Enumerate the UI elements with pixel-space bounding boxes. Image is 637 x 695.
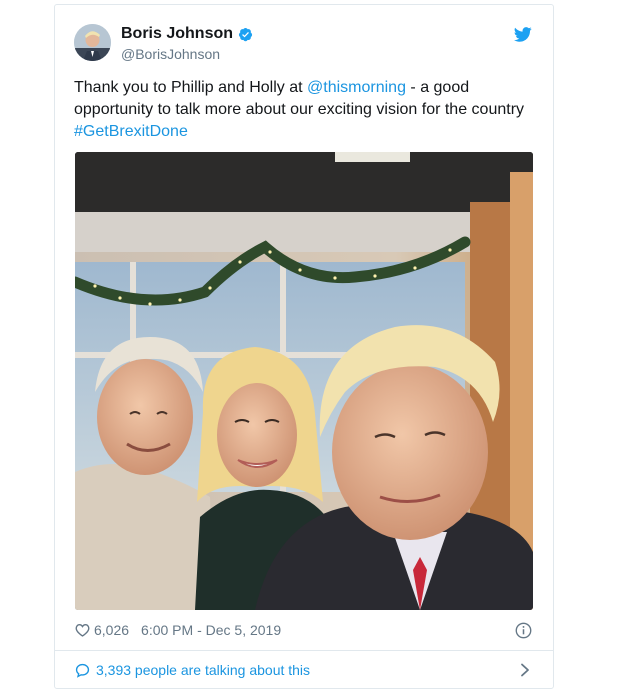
heart-icon[interactable] <box>75 623 90 637</box>
conversation-count[interactable]: 3,393 people are talking about this <box>96 662 310 678</box>
like-count[interactable]: 6,026 <box>94 622 129 638</box>
twitter-bird-icon[interactable] <box>514 27 532 42</box>
tweet-card: Boris Johnson @BorisJohnson Thank you to… <box>54 4 554 689</box>
tweet-text-before: Thank you to Phillip and Holly at <box>74 79 308 96</box>
avatar[interactable] <box>74 24 111 61</box>
divider <box>55 650 553 651</box>
chevron-right-icon[interactable] <box>520 663 530 677</box>
tweet-meta: 6,026 6:00 PM - Dec 5, 2019 <box>75 622 281 638</box>
timestamp[interactable]: 6:00 PM - Dec 5, 2019 <box>141 622 281 638</box>
speech-bubble-icon <box>75 663 90 678</box>
mention-link[interactable]: @thismorning <box>307 79 406 96</box>
verified-badge-icon <box>238 27 253 41</box>
tweet-text: Thank you to Phillip and Holly at @thism… <box>74 77 544 143</box>
user-name-row: Boris Johnson <box>121 25 253 43</box>
user-handle[interactable]: @BorisJohnson <box>121 46 220 62</box>
hashtag-link[interactable]: #GetBrexitDone <box>74 123 188 140</box>
info-icon[interactable] <box>515 622 532 639</box>
conversation-link[interactable]: 3,393 people are talking about this <box>75 662 310 678</box>
display-name[interactable]: Boris Johnson <box>121 25 233 43</box>
tweet-photo[interactable] <box>75 152 533 610</box>
